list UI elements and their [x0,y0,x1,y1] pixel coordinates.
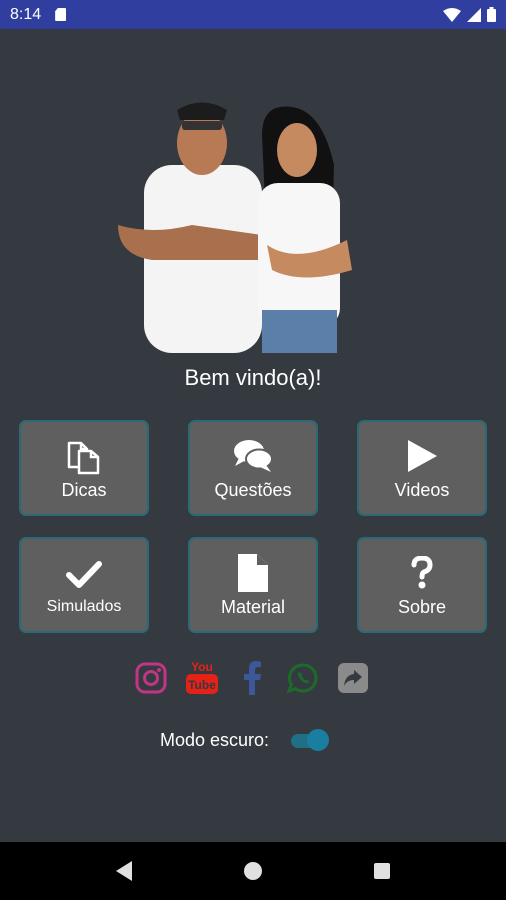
file-icon [238,553,268,593]
wifi-icon [443,7,461,22]
dicas-label: Dicas [61,479,107,500]
toggle-thumb [307,729,330,751]
status-bar: 8:14 [0,0,506,29]
questoes-label: Questões [214,479,292,500]
svg-text:Tube: Tube [188,678,216,692]
recents-icon[interactable] [362,851,402,891]
material-button[interactable]: Material [188,537,318,633]
back-icon[interactable] [104,851,144,891]
dark-mode-label: Modo escuro: [160,729,270,750]
svg-text:You: You [191,660,213,674]
battery-icon [487,7,496,22]
welcome-title: Bem vindo(a)! [184,365,322,390]
facebook-icon[interactable] [233,658,271,698]
whatsapp-icon[interactable] [284,658,322,698]
sobre-label: Sobre [397,596,447,617]
home-icon[interactable] [233,851,273,891]
status-icons [443,7,496,22]
dark-mode-toggle[interactable] [289,728,330,752]
questoes-button[interactable]: Questões [188,420,318,516]
dicas-button[interactable]: Dicas [19,420,149,516]
navigation-bar [0,842,506,900]
dark-mode-row: Modo escuro: [160,728,330,752]
status-time: 8:14 [10,5,42,23]
signal-icon [467,7,481,22]
instagram-icon[interactable] [132,658,170,698]
social-links: You Tube [132,658,372,698]
play-icon [406,436,438,476]
share-icon[interactable] [334,658,372,698]
simulados-label: Simulados [46,598,122,615]
comments-icon [233,436,273,476]
couple-portrait-image [112,95,374,353]
question-icon [411,553,433,593]
sobre-button[interactable]: Sobre [357,537,487,633]
material-label: Material [220,596,286,617]
sim-card-icon [55,8,67,21]
youtube-icon[interactable]: You Tube [183,658,221,698]
videos-label: Videos [394,479,450,500]
simulados-button[interactable]: Simulados [19,537,149,633]
copy-icon [65,436,103,476]
check-icon [66,554,102,594]
videos-button[interactable]: Videos [357,420,487,516]
